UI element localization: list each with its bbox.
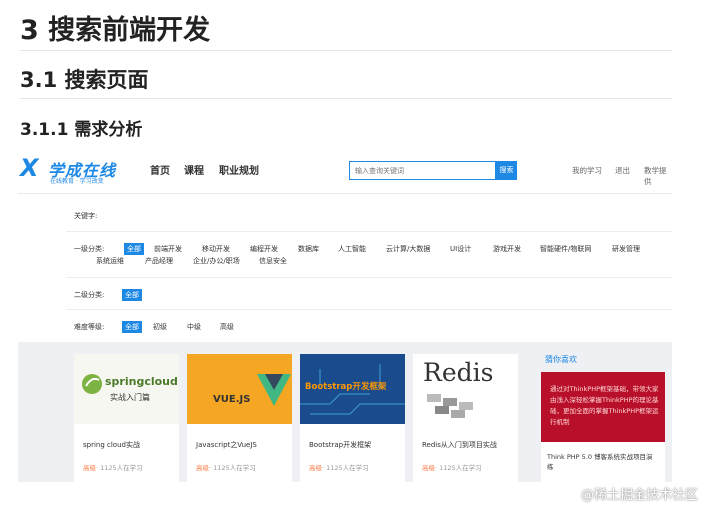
- course-learners: · 1125人在学习: [435, 464, 482, 472]
- course-learners: · 1125人在学习: [209, 464, 256, 472]
- category1-chip[interactable]: 企业/办公/职场: [193, 256, 240, 266]
- logout-link[interactable]: 退出: [615, 165, 630, 176]
- recommend-thumbnail: 通过对ThinkPHP框架基础，带领大家由浅入深轻松掌握ThinkPHP的理论基…: [541, 372, 665, 442]
- recommend-title: 猜你喜欢: [545, 355, 577, 364]
- level-chip[interactable]: 中级: [187, 322, 201, 332]
- course-learners: · 1125人在学习: [322, 464, 369, 472]
- category1-row: 一级分类: 全部 前端开发 移动开发 编程开发 数据库 人工智能 云计算/大数据…: [66, 232, 672, 278]
- thumb-subtext: 实战入门篇: [110, 393, 150, 402]
- search-page-screenshot: X 学成在线 在线教育 · 学习改变 首页 课程 职业规划 搜索 我的学习 退出…: [18, 148, 672, 482]
- doc-heading-1: 3 搜索前端开发: [20, 15, 211, 46]
- course-title: Javascript之VueJS: [196, 441, 257, 449]
- keyword-label: 关键字:: [74, 212, 98, 220]
- level-chip-all[interactable]: 全部: [122, 321, 142, 333]
- course-level: 高级: [422, 464, 435, 472]
- my-learning-link[interactable]: 我的学习: [572, 165, 602, 176]
- nav-career[interactable]: 职业规划: [219, 162, 259, 177]
- thumb-text: Redis: [423, 358, 494, 387]
- category1-chip[interactable]: 游戏开发: [493, 244, 521, 254]
- course-level: 高级: [309, 464, 322, 472]
- course-card[interactable]: VUE.JS Javascript之VueJS 高级· 1125人在学习: [187, 354, 292, 482]
- level-row: 难度等级: 全部 初级 中级 高级: [66, 310, 672, 342]
- teaching-link[interactable]: 教学提供: [644, 165, 672, 187]
- course-thumbnail: VUE.JS: [187, 354, 292, 424]
- keyword-row: 关键字:: [66, 200, 672, 232]
- category1-chip[interactable]: 前端开发: [154, 244, 182, 254]
- category1-chip[interactable]: 信息安全: [259, 256, 287, 266]
- thumb-text: Bootstrap开发框架: [305, 382, 387, 392]
- level-label: 难度等级:: [74, 323, 105, 331]
- level-chip[interactable]: 高级: [220, 322, 234, 332]
- divider: [20, 98, 672, 99]
- course-learners: · 1125人在学习: [96, 464, 143, 472]
- recommend-caption: Think PHP 5.0 博客系统实战项目演练: [547, 453, 653, 471]
- recommend-thumb-text: 通过对ThinkPHP框架基础，带领大家由浅入深轻松掌握ThinkPHP的理论基…: [550, 385, 659, 426]
- course-thumbnail: springcloud 实战入门篇: [74, 354, 179, 424]
- category1-chip[interactable]: 云计算/大数据: [386, 244, 430, 254]
- nav-home[interactable]: 首页: [150, 162, 170, 177]
- search-input[interactable]: [349, 161, 496, 180]
- course-title: spring cloud实战: [83, 441, 140, 449]
- logo-tagline: 在线教育 · 学习改变: [50, 178, 104, 185]
- category1-chip[interactable]: 编程开发: [250, 244, 278, 254]
- course-meta: 高级· 1125人在学习: [196, 462, 256, 472]
- category1-chip[interactable]: UI设计: [450, 244, 471, 254]
- site-header: X 学成在线 在线教育 · 学习改变 首页 课程 职业规划 搜索 我的学习 退出…: [18, 148, 672, 194]
- course-thumbnail: Redis: [413, 354, 518, 424]
- logo-x-icon: X: [20, 154, 39, 182]
- recommend-card[interactable]: 通过对ThinkPHP框架基础，带领大家由浅入深轻松掌握ThinkPHP的理论基…: [541, 372, 665, 482]
- course-title: Redis从入门到项目实战: [422, 441, 497, 449]
- course-thumbnail: Bootstrap开发框架: [300, 354, 405, 424]
- course-card[interactable]: Redis Redis从入门到项目实战 高级· 1125人在学习: [413, 354, 518, 482]
- category1-chip[interactable]: 人工智能: [338, 244, 366, 254]
- course-meta: 高级· 1125人在学习: [83, 462, 143, 472]
- category1-chip[interactable]: 移动开发: [202, 244, 230, 254]
- category2-chip-all[interactable]: 全部: [122, 289, 142, 301]
- doc-heading-2: 3.1 搜索页面: [20, 68, 149, 92]
- course-level: 高级: [83, 464, 96, 472]
- course-title: Bootstrap开发框架: [309, 441, 372, 449]
- thumb-text: springcloud: [105, 375, 178, 388]
- category2-label: 二级分类:: [74, 291, 105, 299]
- category1-chip[interactable]: 数据库: [298, 244, 319, 254]
- category1-chip[interactable]: 系统运维: [96, 256, 124, 266]
- search-button[interactable]: 搜索: [496, 161, 517, 180]
- course-meta: 高级· 1125人在学习: [309, 462, 369, 472]
- category1-chip[interactable]: 研发管理: [612, 244, 640, 254]
- nav-courses[interactable]: 课程: [184, 162, 204, 177]
- category1-chip[interactable]: 智能硬件/物联网: [540, 244, 591, 254]
- divider: [20, 50, 672, 51]
- course-card[interactable]: springcloud 实战入门篇 spring cloud实战 高级· 112…: [74, 354, 179, 482]
- course-card[interactable]: Bootstrap开发框架 Bootstrap开发框架 高级· 1125人在学习: [300, 354, 405, 482]
- category1-chip-all[interactable]: 全部: [124, 243, 144, 255]
- springcloud-logo-icon: [82, 374, 102, 394]
- course-meta: 高级· 1125人在学习: [422, 462, 482, 472]
- level-chip[interactable]: 初级: [153, 322, 167, 332]
- watermark: @稀土掘金技术社区: [580, 488, 698, 503]
- thumb-text: VUE.JS: [213, 394, 251, 405]
- site-logo[interactable]: X 学成在线 在线教育 · 学习改变: [20, 154, 130, 185]
- course-level: 高级: [196, 464, 209, 472]
- doc-heading-3: 3.1.1 需求分析: [20, 120, 143, 140]
- category1-label: 一级分类:: [74, 245, 105, 253]
- category1-chip[interactable]: 产品经理: [145, 256, 173, 266]
- vue-logo-icon: [257, 374, 291, 406]
- category2-row: 二级分类: 全部: [66, 278, 672, 310]
